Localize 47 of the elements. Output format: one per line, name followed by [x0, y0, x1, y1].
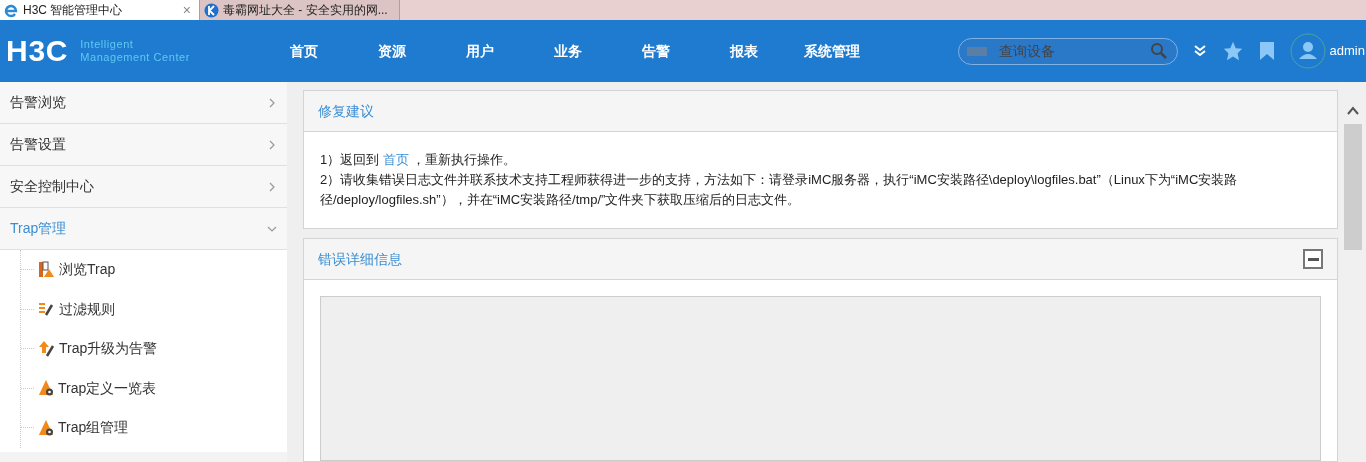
- logo: H3C: [6, 36, 69, 66]
- nav-item[interactable]: 报表: [700, 40, 788, 62]
- chevron-right-icon: [267, 97, 277, 108]
- user-name[interactable]: admin: [1329, 41, 1366, 61]
- search-field[interactable]: 查询设备: [957, 37, 1178, 65]
- instruction-text: 2）请收集错误日志文件并联系技术支持工程师获得进一步的支持，方法如下：请登录iMC服务器，执行“iMC安装路径\deploy\logfiles.bat”（Linux下为“iMC安装路径/deploy/logfiles.sh”），并在“iMC安装路径/tmp/”文件夹下获取压缩后的日志文件。: [320, 171, 1239, 209]
- chevron-right-icon: [267, 181, 277, 192]
- panel-title: 修复建议: [318, 101, 374, 121]
- nav-item[interactable]: 资源: [348, 40, 436, 62]
- close-button[interactable]: ×: [178, 0, 195, 21]
- sidebar-item[interactable]: 告警设置: [0, 124, 287, 166]
- nav-item[interactable]: 用户: [436, 40, 524, 62]
- user-avatar-icon[interactable]: [1289, 33, 1326, 69]
- tab-title: 毒霸网址大全 - 安全实用的网...: [223, 2, 389, 19]
- chevron-right-icon: [267, 139, 277, 150]
- browser-logo-icon: [204, 2, 219, 18]
- nav-item[interactable]: 系统管理: [788, 40, 876, 62]
- sidebar-item[interactable]: 告警浏览: [0, 82, 287, 124]
- nav-item[interactable]: 业务: [524, 40, 612, 62]
- sidebar-item[interactable]: Trap管理: [0, 208, 287, 250]
- sidebar-item[interactable]: 安全控制中心: [0, 166, 287, 208]
- sidebar-subitem[interactable]: Trap定义一览表: [58, 377, 157, 399]
- panel-title: 错误详细信息: [318, 249, 403, 269]
- collapse-button[interactable]: [1303, 249, 1323, 269]
- browser-tab[interactable]: H3C 智能管理中心 ×: [0, 0, 200, 20]
- double-chevron-icon[interactable]: [1193, 45, 1206, 57]
- arrow-wrench-icon: [38, 340, 55, 358]
- search-icon: [1149, 41, 1168, 60]
- scroll-up-icon[interactable]: [1347, 106, 1359, 116]
- bookmark-icon[interactable]: [1259, 42, 1274, 60]
- warning-gear-icon: [38, 380, 54, 397]
- logo-tagline: Management Center: [80, 51, 190, 64]
- instruction-text: 1）返回到 首页 ，重新执行操作。: [320, 151, 518, 169]
- warning-gear-icon: [38, 419, 54, 436]
- logo-tagline: Intelligent: [80, 38, 135, 51]
- browser-logo-icon: [4, 2, 19, 18]
- tab-title: H3C 智能管理中心: [23, 2, 124, 19]
- sidebar-subitem[interactable]: Trap升级为告警: [59, 338, 158, 360]
- sidebar-subitem[interactable]: 过滤规则: [59, 298, 115, 320]
- home-link[interactable]: 首页: [382, 152, 409, 167]
- sidebar-subitem[interactable]: Trap组管理: [58, 417, 129, 439]
- scrollbar-thumb[interactable]: [1344, 124, 1362, 250]
- nav-item[interactable]: 告警: [612, 40, 700, 62]
- alert-document-icon: [38, 261, 55, 279]
- sidebar-subitem[interactable]: 浏览Trap: [59, 259, 116, 281]
- nav-item[interactable]: 首页: [260, 40, 348, 62]
- browser-tab[interactable]: 毒霸网址大全 - 安全实用的网...: [200, 0, 400, 20]
